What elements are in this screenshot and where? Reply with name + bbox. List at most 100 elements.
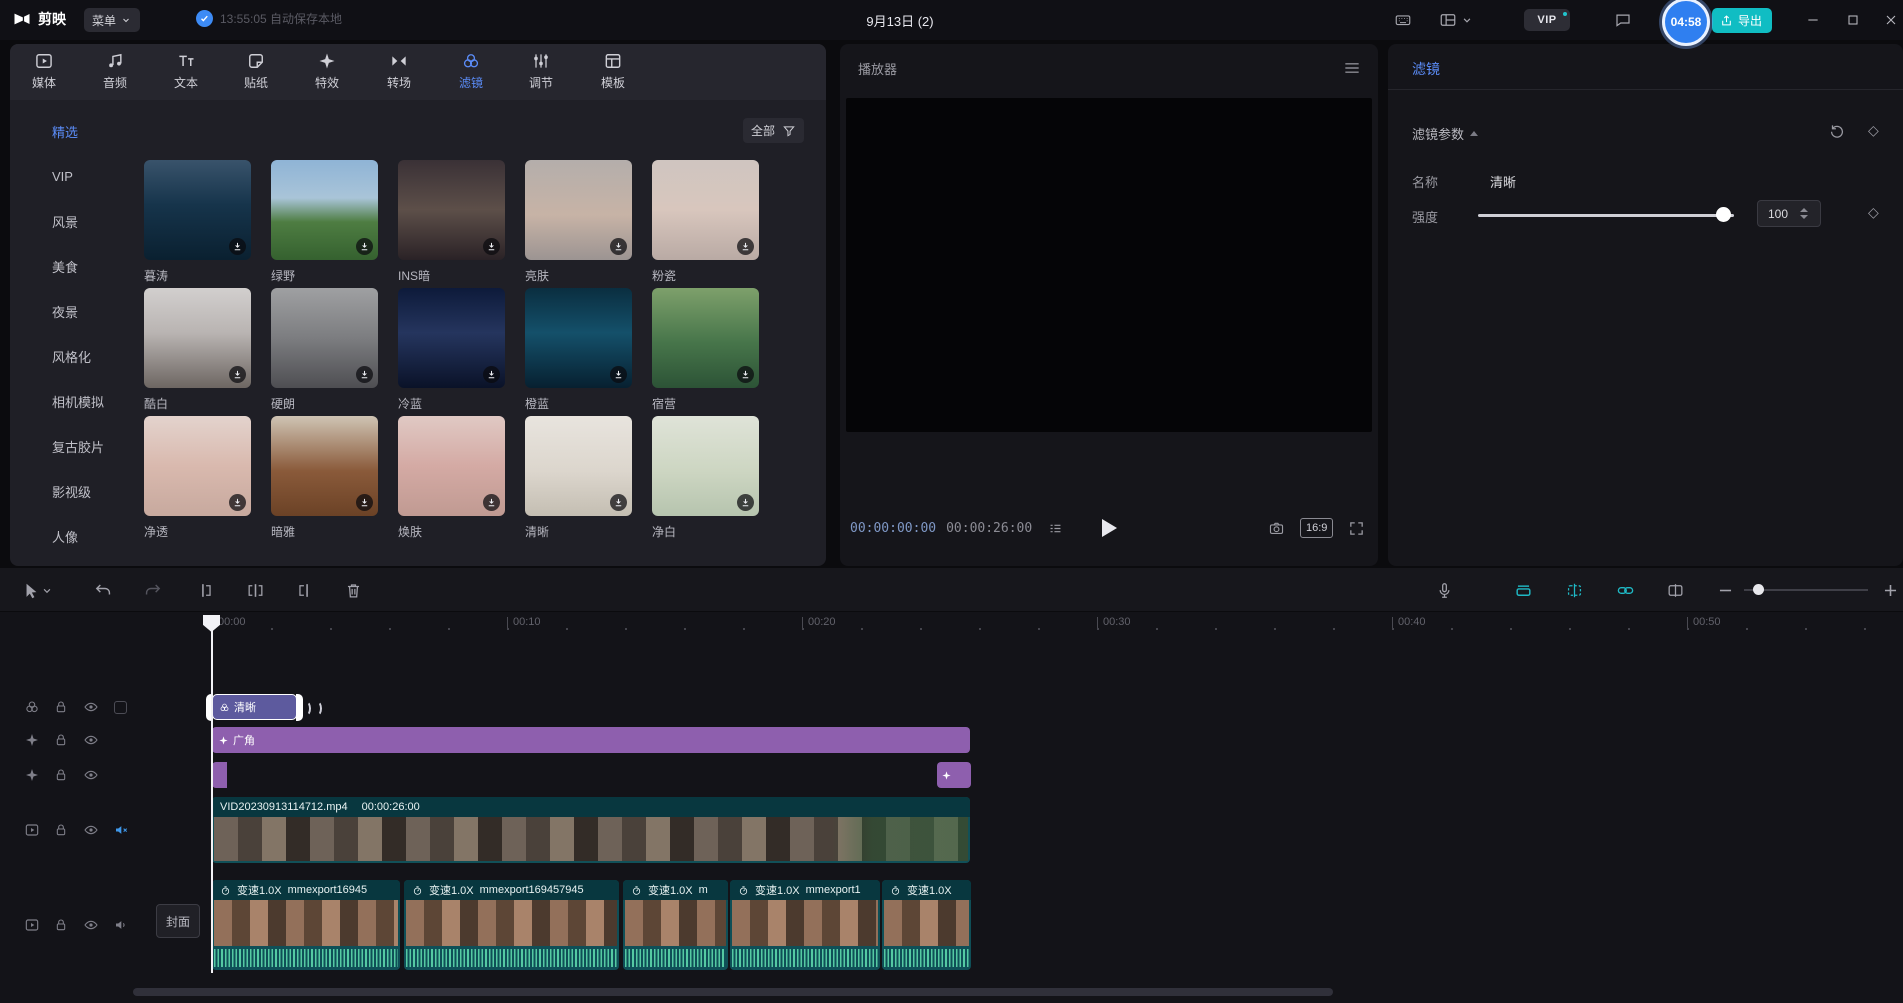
keyframe-diamond-icon[interactable]: ◇ <box>1868 122 1879 139</box>
video-audio-clip[interactable]: 变速1.0Xmmexport169457945 <box>404 880 619 970</box>
strength-input[interactable] <box>1758 207 1798 221</box>
main-track-magnet-toggle[interactable] <box>1510 577 1536 603</box>
tab-text[interactable]: 文本 <box>158 51 214 91</box>
effect-clip[interactable]: 广角 <box>212 727 970 753</box>
delete-button[interactable] <box>340 577 366 603</box>
zoom-out-button[interactable] <box>1712 577 1738 603</box>
shortcut-keyboard-button[interactable] <box>1392 9 1414 31</box>
tab-media[interactable]: 媒体 <box>16 51 72 91</box>
filter-item[interactable]: 净透 <box>144 416 251 540</box>
fullscreen-icon[interactable] <box>1345 517 1367 539</box>
zoom-slider-knob[interactable] <box>1753 584 1764 595</box>
playhead-line[interactable] <box>211 615 213 973</box>
filter-item[interactable]: 焕肤 <box>398 416 505 540</box>
category-stylized[interactable]: 风格化 <box>52 345 145 367</box>
download-icon[interactable] <box>483 494 500 511</box>
lock-icon[interactable] <box>53 917 69 933</box>
redo-button[interactable] <box>139 577 165 603</box>
video-audio-clip[interactable]: 变速1.0Xmmexport16945 <box>212 880 400 970</box>
category-cinematic[interactable]: 影视级 <box>52 480 145 502</box>
category-landscape[interactable]: 风景 <box>52 210 145 232</box>
video-audio-clip[interactable]: 变速1.0Xm <box>623 880 728 970</box>
filter-item[interactable]: 亮肤 <box>525 160 632 284</box>
stepper-up-icon[interactable] <box>1800 208 1808 212</box>
download-icon[interactable] <box>483 238 500 255</box>
feedback-chat-button[interactable] <box>1612 9 1634 31</box>
download-icon[interactable] <box>356 238 373 255</box>
category-night[interactable]: 夜景 <box>52 300 145 322</box>
effect-clip-fragment[interactable] <box>937 762 971 788</box>
filter-item[interactable]: 橙蓝 <box>525 288 632 412</box>
lock-icon[interactable] <box>53 732 69 748</box>
snapshot-icon[interactable] <box>1265 517 1287 539</box>
strength-stepper[interactable] <box>1800 208 1808 219</box>
video-audio-clip[interactable]: 变速1.0Xmmexport1 <box>730 880 880 970</box>
download-icon[interactable] <box>356 494 373 511</box>
reset-icon[interactable] <box>1828 122 1846 140</box>
video-preview[interactable] <box>846 98 1372 432</box>
tab-effects[interactable]: 特效 <box>299 51 355 91</box>
select-tool-caret-icon[interactable] <box>40 577 54 603</box>
tab-transition[interactable]: 转场 <box>371 51 427 91</box>
category-retro-film[interactable]: 复古胶片 <box>52 435 145 457</box>
filter-item[interactable]: 暮涛 <box>144 160 251 284</box>
play-button[interactable] <box>1102 519 1117 537</box>
frame-list-icon[interactable] <box>1044 517 1066 539</box>
filter-item[interactable]: 宿营 <box>652 288 759 412</box>
clip-fade-handle[interactable] <box>302 701 311 716</box>
download-icon[interactable] <box>483 366 500 383</box>
export-button[interactable]: 导出 <box>1712 8 1772 33</box>
filter-item[interactable]: 酷白 <box>144 288 251 412</box>
download-icon[interactable] <box>610 494 627 511</box>
tab-filter[interactable]: 滤镜 <box>443 51 499 91</box>
category-featured[interactable]: 精选 <box>52 120 145 142</box>
download-icon[interactable] <box>356 366 373 383</box>
download-icon[interactable] <box>229 238 246 255</box>
countdown-timer-badge[interactable]: 04:58 <box>1662 0 1710 46</box>
strength-slider-track[interactable] <box>1478 214 1734 217</box>
preview-axis-toggle[interactable] <box>1662 577 1688 603</box>
filter-item[interactable]: 净白 <box>652 416 759 540</box>
filter-item[interactable]: INS暗 <box>398 160 505 284</box>
record-mic-button[interactable] <box>1431 577 1457 603</box>
filter-item[interactable]: 绿野 <box>271 160 378 284</box>
filter-params-section[interactable]: 滤镜参数 <box>1412 124 1478 143</box>
download-icon[interactable] <box>610 238 627 255</box>
window-maximize-button[interactable] <box>1841 9 1865 31</box>
layout-switch-button[interactable] <box>1437 9 1459 31</box>
split-right-button[interactable] <box>292 577 318 603</box>
filter-item[interactable]: 硬朗 <box>271 288 378 412</box>
vip-badge[interactable]: VIP <box>1524 9 1570 31</box>
cover-button[interactable]: 封面 <box>156 904 200 938</box>
horizontal-scrollbar[interactable] <box>133 988 1333 996</box>
menu-button[interactable]: 菜单 <box>84 8 140 32</box>
eye-icon[interactable] <box>83 767 99 783</box>
track-option-box[interactable] <box>114 701 127 714</box>
download-icon[interactable] <box>737 366 754 383</box>
lock-icon[interactable] <box>53 822 69 838</box>
category-food[interactable]: 美食 <box>52 255 145 277</box>
filter-clip-selected[interactable]: 清晰 <box>212 694 297 720</box>
strength-slider-knob[interactable] <box>1716 207 1731 222</box>
eye-icon[interactable] <box>83 699 99 715</box>
tab-template[interactable]: 模板 <box>585 51 641 91</box>
undo-button[interactable] <box>90 577 116 603</box>
split-button[interactable] <box>191 577 217 603</box>
tab-sticker[interactable]: 贴纸 <box>228 51 284 91</box>
filter-item[interactable]: 清晰 <box>525 416 632 540</box>
download-icon[interactable] <box>610 366 627 383</box>
clip-fade-handle[interactable] <box>313 701 322 716</box>
window-close-button[interactable] <box>1879 9 1903 31</box>
download-icon[interactable] <box>737 238 754 255</box>
tab-adjust[interactable]: 调节 <box>513 51 569 91</box>
eye-icon[interactable] <box>83 732 99 748</box>
video-audio-clip[interactable]: 变速1.0X <box>882 880 971 970</box>
linkage-toggle[interactable] <box>1612 577 1638 603</box>
tab-audio[interactable]: 音频 <box>87 51 143 91</box>
lock-icon[interactable] <box>53 699 69 715</box>
download-icon[interactable] <box>229 494 246 511</box>
eye-icon[interactable] <box>83 917 99 933</box>
mute-speaker-icon[interactable] <box>113 822 129 838</box>
category-portrait[interactable]: 人像 <box>52 525 145 547</box>
filter-all-dropdown[interactable]: 全部 <box>743 118 804 143</box>
